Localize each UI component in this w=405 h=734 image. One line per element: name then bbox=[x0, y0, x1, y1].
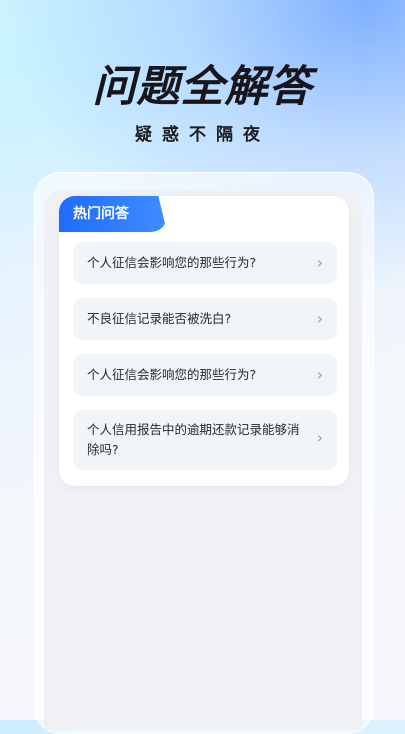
question-item[interactable]: 不良征信记录能否被洗白? › bbox=[73, 298, 337, 340]
question-item[interactable]: 个人征信会影响您的那些行为? › bbox=[73, 242, 337, 284]
chevron-right-icon: › bbox=[316, 309, 323, 328]
hot-questions-card: 热门问答 个人征信会影响您的那些行为? › 不良征信记录能否被洗白? › 个人征… bbox=[59, 196, 349, 486]
question-item[interactable]: 个人信用报告中的逾期还款记录能够消除吗? › bbox=[73, 410, 337, 470]
hero-subtitle: 疑惑不隔夜 bbox=[135, 125, 270, 145]
question-text: 个人信用报告中的逾期还款记录能够消除吗? bbox=[87, 422, 300, 457]
question-text: 个人征信会影响您的那些行为? bbox=[87, 255, 257, 270]
hot-questions-tab: 热门问答 bbox=[59, 196, 167, 232]
chevron-right-icon: › bbox=[316, 253, 323, 272]
question-item[interactable]: 个人征信会影响您的那些行为? › bbox=[73, 354, 337, 396]
chevron-right-icon: › bbox=[316, 428, 323, 447]
hero-title: 问题全解答 bbox=[92, 62, 313, 112]
question-text: 个人征信会影响您的那些行为? bbox=[87, 367, 257, 382]
chevron-right-icon: › bbox=[316, 365, 323, 384]
question-text: 不良征信记录能否被洗白? bbox=[87, 311, 232, 326]
